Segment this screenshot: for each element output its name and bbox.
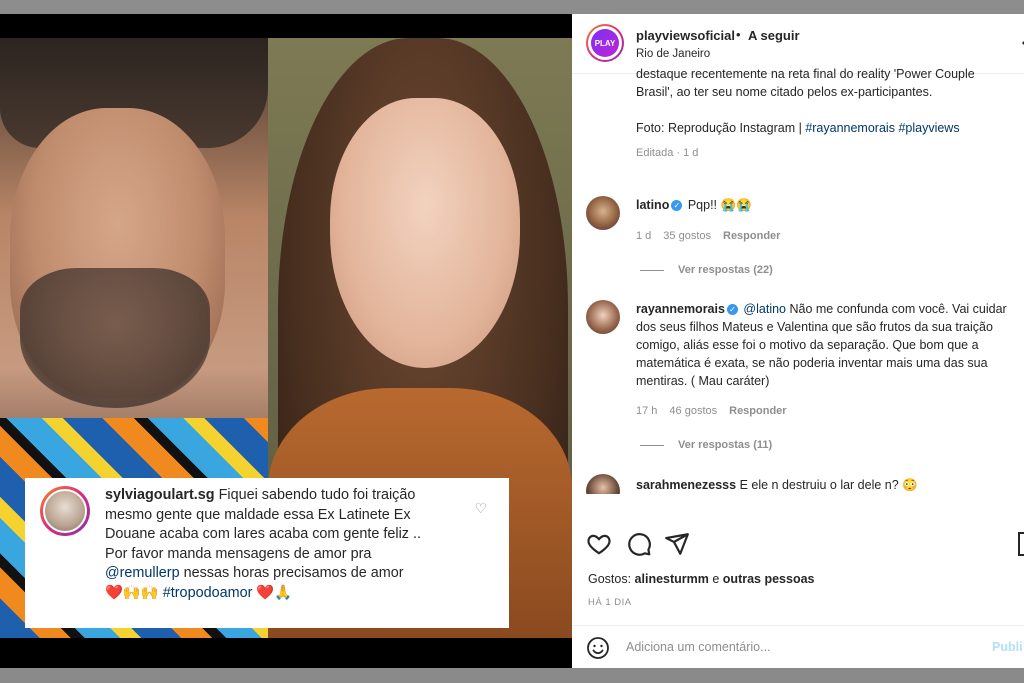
avatar[interactable]: PLAY [586, 24, 624, 62]
avatar[interactable] [586, 196, 620, 230]
post-location[interactable]: Rio de Janeiro [636, 48, 710, 60]
overlay-mention: @remullerp [105, 565, 180, 581]
comment-username[interactable]: sarahmenezesss [636, 478, 736, 492]
hashtag-link[interactable]: #playviews [898, 121, 959, 135]
heart-icon: ♡ [474, 500, 487, 516]
avatar [40, 486, 90, 536]
reply-button[interactable]: Responder [723, 230, 780, 242]
bookmark-icon[interactable] [1018, 532, 1024, 556]
comment-username[interactable]: latino [636, 198, 669, 212]
comment-bubble-icon[interactable] [626, 531, 652, 557]
post-timestamp[interactable]: HÁ 1 DIA [588, 597, 632, 608]
following-button[interactable]: A seguir [748, 28, 800, 43]
overlay-comment-card: sylviagoulart.sg Fiquei sabendo tudo foi… [25, 478, 509, 628]
overlay-hashtag: #tropodoamor [162, 584, 253, 601]
avatar[interactable] [586, 300, 620, 334]
post-username[interactable]: playviewsoficial [636, 28, 735, 43]
comment-meta: 1 d 35 gostos Responder [636, 230, 781, 242]
comment-meta: 17 h 46 gostos Responder [636, 405, 787, 417]
reply-button[interactable]: Responder [729, 405, 786, 417]
overlay-comment-username: sylviagoulart.sg [105, 487, 215, 503]
add-comment-bar: Adiciona um comentário... Publi [572, 625, 1024, 668]
background-top-strip [0, 0, 1024, 14]
comment-input[interactable]: Adiciona um comentário... [626, 640, 771, 654]
post-sidebar: PLAY playviewsoficial • A seguir Rio de … [572, 14, 1024, 668]
share-send-icon[interactable] [664, 531, 690, 557]
likes-count[interactable]: 35 gostos [663, 230, 711, 242]
view-replies-button[interactable]: Ver respostas (11) [640, 439, 772, 451]
verified-icon: ✓ [726, 304, 738, 316]
mention-link[interactable]: @latino [743, 302, 786, 316]
edited-label: Editada · 1 d [636, 147, 699, 159]
comment-username[interactable]: rayannemorais [636, 302, 725, 316]
likes-count[interactable]: 46 gostos [669, 405, 717, 417]
likes-summary[interactable]: Gostos: alinesturmm e outras pessoas [588, 572, 815, 586]
view-replies-button[interactable]: Ver respostas (22) [640, 264, 773, 276]
post-caption: destaque recentemente na reta final do r… [636, 67, 1016, 171]
emoji-icon[interactable] [586, 636, 610, 660]
like-heart-icon[interactable] [586, 531, 612, 557]
overlay-comment-text: sylviagoulart.sg Fiquei sabendo tudo foi… [105, 487, 421, 601]
more-options-icon[interactable] [1016, 36, 1024, 50]
verified-icon: ✓ [671, 200, 683, 212]
comment: sarahmenezesss E ele n destruiu o lar de… [636, 478, 918, 492]
background-bottom-strip [0, 668, 1024, 683]
comment: latino ✓ Pqp!! 😭😭 [636, 198, 752, 212]
post-comment-button[interactable]: Publi [992, 640, 1023, 654]
hashtag-link[interactable]: #rayannemorais [805, 121, 895, 135]
comment: rayannemorais ✓ @latino Não me confunda c… [636, 302, 1007, 388]
